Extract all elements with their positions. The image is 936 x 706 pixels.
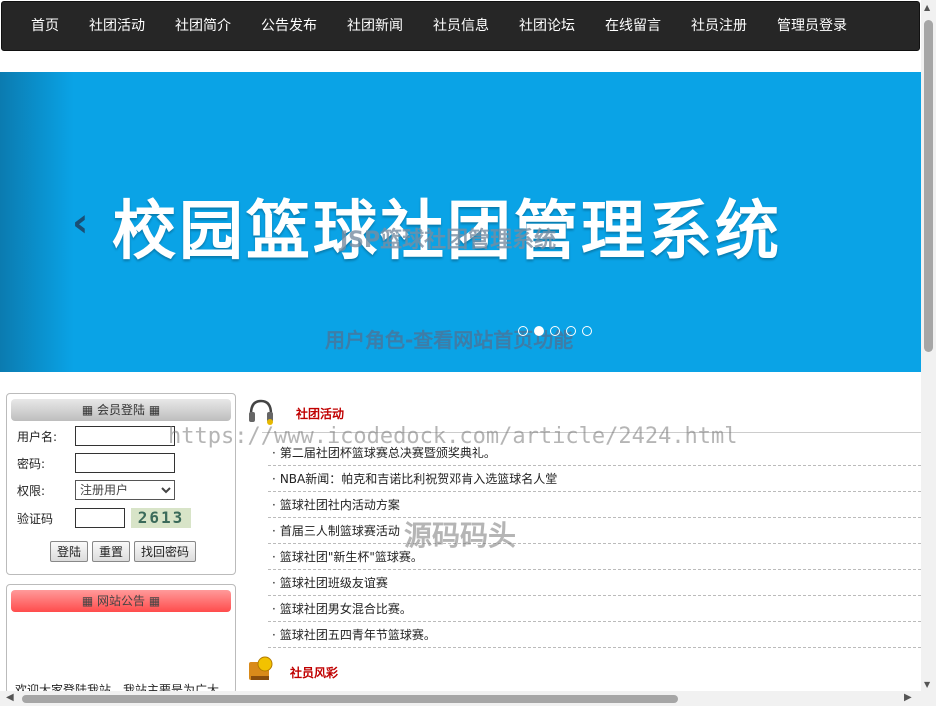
vertical-scroll-thumb[interactable]	[924, 20, 933, 352]
bullet-icon: ·	[272, 602, 276, 616]
login-buttons: 登陆 重置 找回密码	[50, 541, 197, 562]
nav-item[interactable]: 社团新闻	[332, 1, 418, 51]
horizontal-scrollbar[interactable]: ◀ ▶	[0, 691, 921, 706]
list-item-label: NBA新闻：帕克和吉诺比利祝贺邓肯入选篮球名人堂	[279, 472, 558, 486]
list-item-label: 篮球社团班级友谊赛	[279, 576, 388, 590]
forgot-password-button[interactable]: 找回密码	[134, 541, 197, 562]
list-item-label: 首届三人制篮球赛活动	[279, 524, 400, 538]
chevron-left-icon[interactable]: ‹	[72, 200, 88, 246]
members-title: 社员风彩	[290, 666, 339, 680]
grid-icon: ▦	[81, 403, 97, 417]
list-item-label: 篮球社团五四青年节篮球赛。	[279, 628, 436, 642]
banner-overlay-subtitle: JSP篮球社团管理系统	[340, 228, 557, 253]
login-panel-title: 会员登陆	[96, 403, 145, 417]
username-row: 用户名:	[17, 426, 175, 446]
bullet-icon: ·	[272, 550, 276, 564]
grid-icon: ▦	[145, 403, 161, 417]
nav-item[interactable]: 公告发布	[246, 1, 332, 51]
nav-item[interactable]: 社团简介	[160, 1, 246, 51]
captcha-image[interactable]: 2613	[131, 508, 191, 528]
bullet-icon: ·	[272, 498, 276, 512]
hero-banner: ‹ 校园篮球社团管理系统 JSP篮球社团管理系统 用户角色-查看网站首页功能	[0, 72, 921, 372]
username-input[interactable]	[75, 426, 175, 446]
username-label: 用户名:	[17, 429, 58, 444]
captcha-input[interactable]	[75, 508, 125, 528]
nav-item[interactable]: 在线留言	[590, 1, 676, 51]
horizontal-scroll-thumb[interactable]	[22, 695, 678, 703]
login-panel-header: ▦ 会员登陆 ▦	[11, 399, 231, 421]
vertical-scrollbar[interactable]: ▲ ▼	[921, 0, 936, 706]
list-item[interactable]: · 首届三人制篮球赛活动	[268, 518, 921, 544]
bullet-icon: ·	[272, 576, 276, 590]
role-select[interactable]: 注册用户	[75, 480, 175, 500]
list-item[interactable]: · NBA新闻：帕克和吉诺比利祝贺邓肯入选篮球名人堂	[268, 466, 921, 492]
grid-icon: ▦	[145, 594, 161, 608]
login-button[interactable]: 登陆	[50, 541, 89, 562]
carousel-dots	[518, 326, 592, 336]
scroll-right-icon[interactable]: ▶	[904, 692, 912, 703]
carousel-dot[interactable]	[518, 326, 528, 336]
password-label: 密码:	[17, 456, 46, 471]
activities-list: · 第二届社团杯篮球赛总决赛暨颁奖典礼。 · NBA新闻：帕克和吉诺比利祝贺邓肯入选篮…	[268, 440, 921, 648]
nav-item[interactable]: 社员信息	[418, 1, 504, 51]
carousel-dot[interactable]	[550, 326, 560, 336]
top-nav: 首页 社团活动 社团简介 公告发布 社团新闻 社员信息 社团论坛 在线留言 社员注册 管理员登录	[1, 1, 920, 51]
carousel-dot[interactable]	[566, 326, 576, 336]
watermark-url: https://www.icodedock.com/article/2424.h…	[168, 424, 738, 449]
nav-item[interactable]: 社团论坛	[504, 1, 590, 51]
notice-panel-header: ▦ 网站公告 ▦	[11, 590, 231, 612]
scroll-left-icon[interactable]: ◀	[6, 692, 14, 703]
list-item-label: 篮球社团社内活动方案	[279, 498, 400, 512]
list-item[interactable]: · 篮球社团班级友谊赛	[268, 570, 921, 596]
member-login-panel: ▦ 会员登陆 ▦ 用户名: 密码: 权限: 注册用户 验证码 2613 登陆 重…	[6, 393, 236, 575]
bullet-icon: ·	[272, 628, 276, 642]
activities-title: 社团活动	[296, 407, 345, 421]
captcha-label: 验证码	[17, 511, 54, 526]
carousel-dot[interactable]	[582, 326, 592, 336]
scroll-down-icon[interactable]: ▼	[924, 680, 930, 689]
carousel-dot[interactable]	[534, 326, 544, 336]
list-item[interactable]: · 篮球社团社内活动方案	[268, 492, 921, 518]
list-item-label: 篮球社团男女混合比赛。	[279, 602, 412, 616]
grid-icon: ▦	[81, 594, 97, 608]
nav-item[interactable]: 管理员登录	[762, 1, 862, 51]
password-input[interactable]	[75, 453, 175, 473]
bullet-icon: ·	[272, 472, 276, 486]
watermark-text: 源码码头	[404, 519, 517, 552]
password-row: 密码:	[17, 453, 175, 473]
scroll-up-icon[interactable]: ▲	[924, 3, 930, 12]
site-notice-panel: ▦ 网站公告 ▦ 欢迎大家登陆我站，我站主要是为广大	[6, 584, 236, 694]
list-item[interactable]: · 篮球社团"新生杯"篮球赛。	[268, 544, 921, 570]
role-label: 权限:	[17, 483, 46, 498]
list-item-label: 篮球社团"新生杯"篮球赛。	[279, 550, 423, 564]
list-item[interactable]: · 篮球社团男女混合比赛。	[268, 596, 921, 622]
list-item[interactable]: · 篮球社团五四青年节篮球赛。	[268, 622, 921, 648]
headphones-icon	[249, 399, 273, 425]
nav-item[interactable]: 首页	[16, 1, 74, 51]
reset-button[interactable]: 重置	[92, 541, 131, 562]
nav-item[interactable]: 社员注册	[676, 1, 762, 51]
trophy-book-icon	[249, 656, 273, 680]
captcha-row: 验证码 2613	[17, 508, 191, 528]
notice-panel-title: 网站公告	[96, 594, 145, 608]
nav-item[interactable]: 社团活动	[74, 1, 160, 51]
role-row: 权限: 注册用户	[17, 480, 175, 500]
bullet-icon: ·	[272, 524, 276, 538]
